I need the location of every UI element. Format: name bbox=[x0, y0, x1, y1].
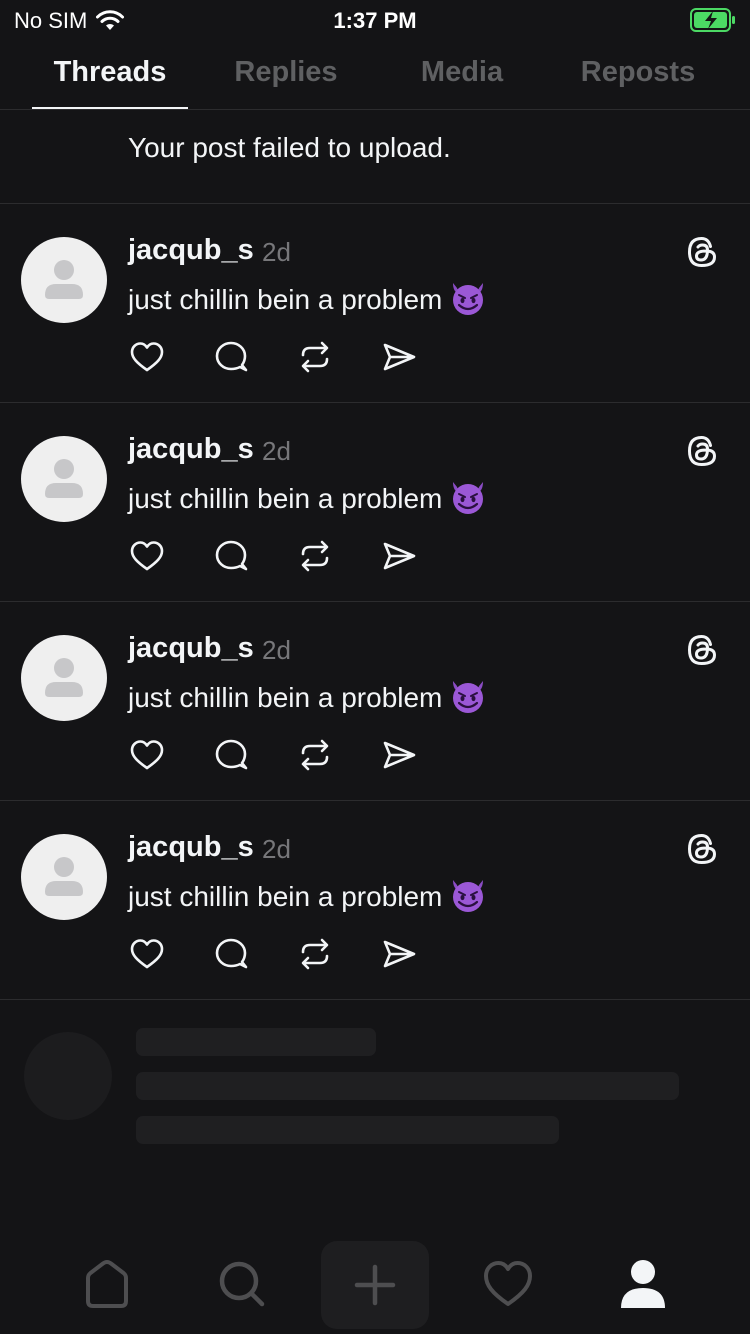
threads-logo-icon[interactable] bbox=[684, 632, 720, 668]
share-icon[interactable] bbox=[380, 338, 418, 376]
heart-icon[interactable] bbox=[128, 537, 166, 575]
post-text: just chillin bein a problem bbox=[128, 682, 443, 713]
smiling-devil-emoji bbox=[453, 681, 484, 713]
placeholder-line bbox=[136, 1116, 559, 1144]
threads-logo-icon[interactable] bbox=[684, 831, 720, 867]
avatar[interactable] bbox=[21, 237, 107, 323]
heart-icon[interactable] bbox=[128, 935, 166, 973]
default-avatar-icon bbox=[45, 260, 83, 299]
home-icon[interactable] bbox=[77, 1254, 137, 1314]
search-icon[interactable] bbox=[211, 1254, 271, 1314]
repost-icon[interactable] bbox=[296, 537, 334, 575]
status-bar: No SIM 1:37 PM bbox=[0, 0, 750, 40]
comment-icon[interactable] bbox=[212, 736, 250, 774]
thread-post[interactable]: jacqub_s 2d just chillin bein a problem bbox=[0, 403, 750, 602]
smiling-devil-emoji bbox=[453, 283, 484, 315]
post-age: 2d bbox=[262, 436, 291, 466]
smiling-devil-emoji bbox=[453, 482, 484, 514]
upload-failed-banner[interactable]: Your post failed to upload. bbox=[0, 110, 750, 204]
battery-charging-icon bbox=[690, 8, 735, 32]
tab-reposts[interactable]: Reposts bbox=[550, 56, 726, 89]
default-avatar-icon bbox=[45, 658, 83, 697]
post-body: just chillin bein a problem bbox=[128, 280, 488, 316]
repost-icon[interactable] bbox=[296, 935, 334, 973]
repost-icon[interactable] bbox=[296, 338, 334, 376]
bottom-nav bbox=[0, 1234, 750, 1334]
post-username[interactable]: jacqub_s bbox=[128, 433, 254, 466]
tab-threads[interactable]: Threads bbox=[22, 56, 198, 89]
profile-tabs: Threads Replies Media Reposts bbox=[0, 44, 750, 110]
comment-icon[interactable] bbox=[212, 537, 250, 575]
default-avatar-icon bbox=[45, 857, 83, 896]
new-thread-button[interactable] bbox=[321, 1241, 429, 1329]
thread-post[interactable]: jacqub_s 2d just chillin bein a problem bbox=[0, 801, 750, 1000]
share-icon[interactable] bbox=[380, 537, 418, 575]
post-age: 2d bbox=[262, 635, 291, 665]
threads-logo-icon[interactable] bbox=[684, 433, 720, 469]
tab-media[interactable]: Media bbox=[374, 56, 550, 89]
post-body: just chillin bein a problem bbox=[128, 479, 488, 515]
tab-replies[interactable]: Replies bbox=[198, 56, 374, 89]
avatar[interactable] bbox=[21, 436, 107, 522]
post-body: just chillin bein a problem bbox=[128, 877, 488, 913]
post-text: just chillin bein a problem bbox=[128, 881, 443, 912]
thread-post[interactable]: jacqub_s 2d just chillin bein a problem bbox=[0, 204, 750, 403]
upload-failed-message: Your post failed to upload. bbox=[128, 132, 451, 163]
heart-icon[interactable] bbox=[478, 1254, 538, 1314]
comment-icon[interactable] bbox=[212, 338, 250, 376]
placeholder-avatar bbox=[24, 1032, 112, 1120]
post-username[interactable]: jacqub_s bbox=[128, 831, 254, 864]
avatar[interactable] bbox=[21, 635, 107, 721]
heart-icon[interactable] bbox=[128, 338, 166, 376]
smiling-devil-emoji bbox=[453, 880, 484, 912]
post-text: just chillin bein a problem bbox=[128, 284, 443, 315]
repost-icon[interactable] bbox=[296, 736, 334, 774]
post-username[interactable]: jacqub_s bbox=[128, 234, 254, 267]
heart-icon[interactable] bbox=[128, 736, 166, 774]
comment-icon[interactable] bbox=[212, 935, 250, 973]
avatar[interactable] bbox=[21, 834, 107, 920]
default-avatar-icon bbox=[45, 459, 83, 498]
clock: 1:37 PM bbox=[333, 8, 417, 33]
post-body: just chillin bein a problem bbox=[128, 678, 488, 714]
threads-logo-icon[interactable] bbox=[684, 234, 720, 270]
post-age: 2d bbox=[262, 834, 291, 864]
active-tab-indicator bbox=[32, 107, 188, 109]
thread-post[interactable]: jacqub_s 2d just chillin bein a problem bbox=[0, 602, 750, 801]
share-icon[interactable] bbox=[380, 935, 418, 973]
post-text: just chillin bein a problem bbox=[128, 483, 443, 514]
placeholder-line bbox=[136, 1028, 376, 1056]
placeholder-line bbox=[136, 1072, 679, 1100]
share-icon[interactable] bbox=[380, 736, 418, 774]
post-username[interactable]: jacqub_s bbox=[128, 632, 254, 665]
post-age: 2d bbox=[262, 237, 291, 267]
plus-icon bbox=[354, 1264, 396, 1306]
profile-icon[interactable] bbox=[613, 1254, 673, 1314]
